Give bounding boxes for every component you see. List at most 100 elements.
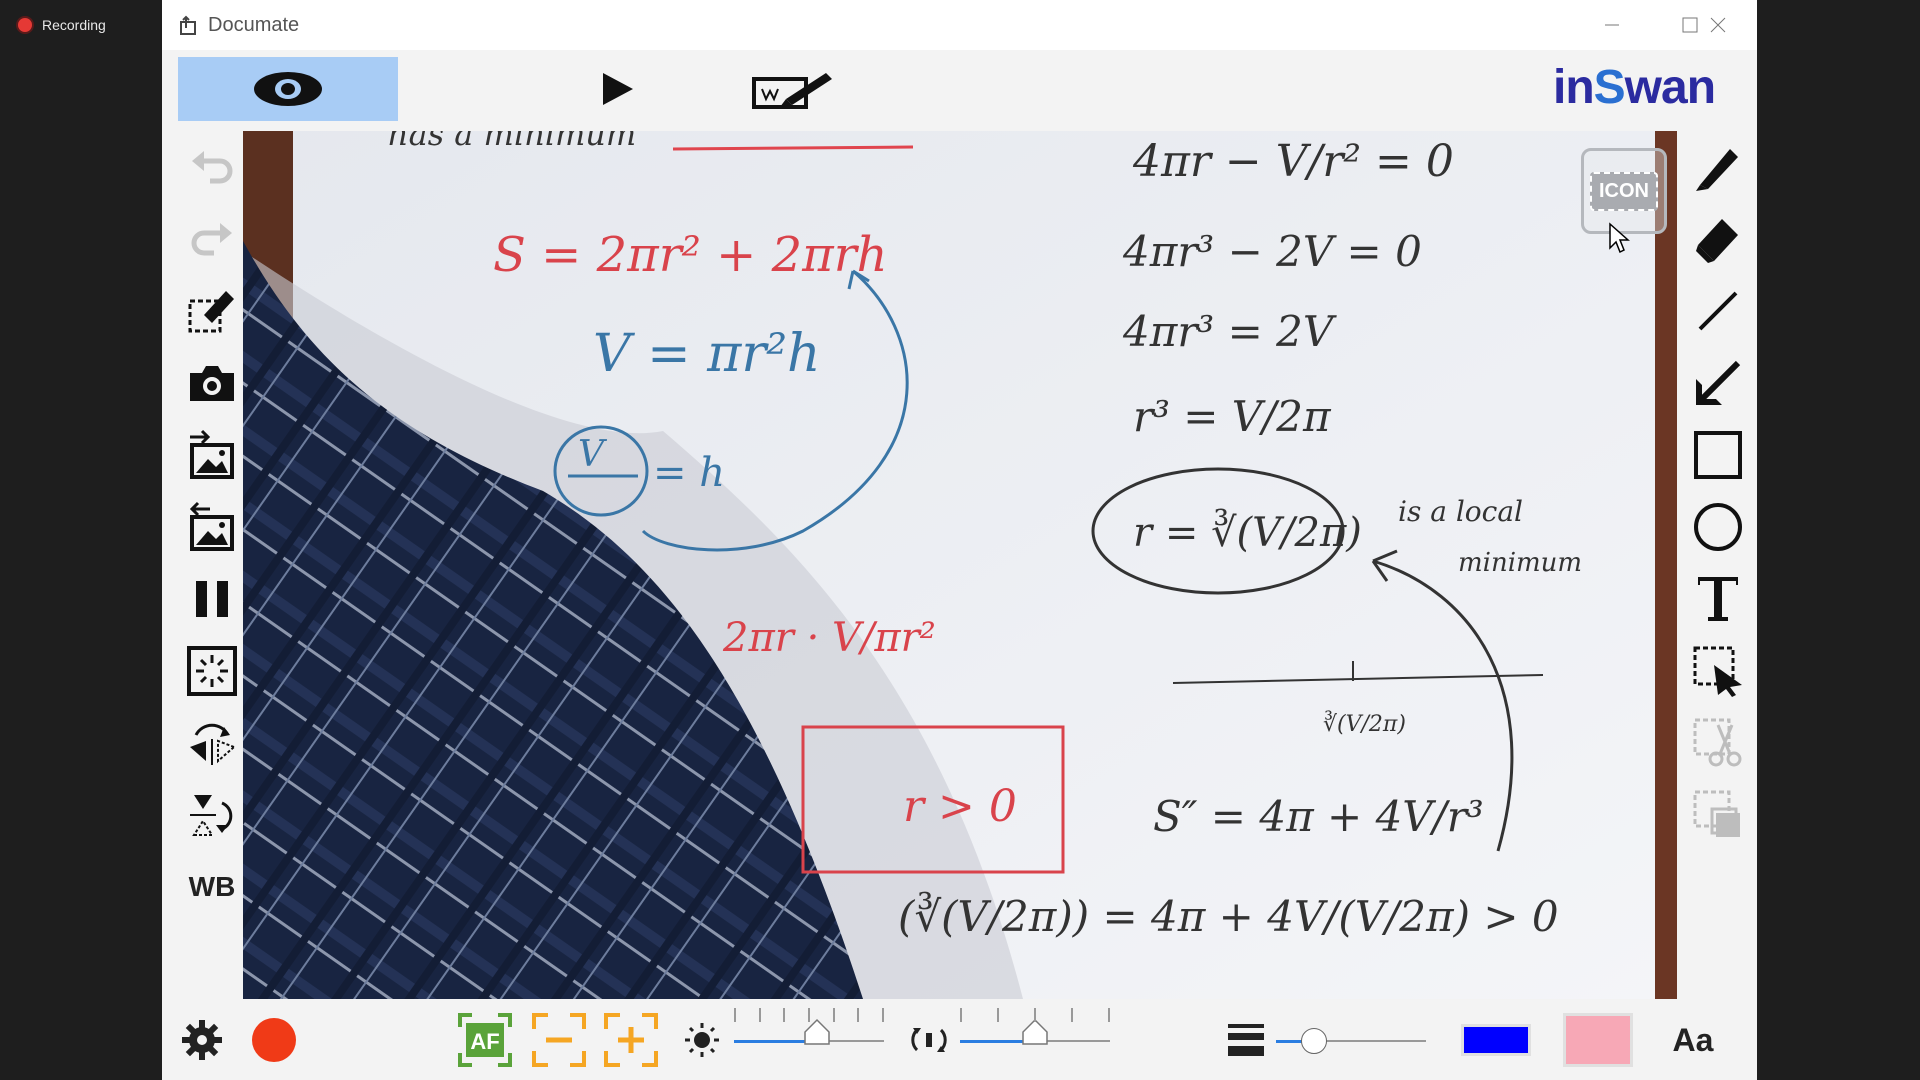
text-icon [1698,577,1738,621]
svg-text:S″ = 4π + 4V/r³: S″ = 4π + 4V/r³ [1153,792,1484,841]
svg-text:r³ = V/2π: r³ = V/2π [1133,392,1332,441]
title-bar: Documate [162,0,1757,50]
zoom-out-icon [532,1013,586,1067]
pen-color-button[interactable] [1460,1012,1532,1068]
eraser-tool[interactable] [1679,207,1757,271]
copy-icon [1693,790,1740,837]
brightness-ticks [734,1008,884,1024]
redo-icon [191,223,232,256]
import-image-button[interactable] [172,423,252,487]
arrow-icon [1696,360,1741,405]
exposure-icon [911,1028,947,1052]
exposure-slider[interactable] [960,1008,1110,1045]
flip-icon [190,795,233,836]
mouse-cursor-icon [1609,222,1630,254]
mode-camera-view[interactable] [178,57,398,121]
brightness-icon-button [682,1012,722,1068]
pen-color-swatch [1461,1024,1531,1056]
line-tool[interactable] [1679,279,1757,343]
recording-indicator[interactable]: Recording [0,0,162,50]
svg-text:V = πr²h: V = πr²h [593,324,821,384]
undo-icon [192,151,233,184]
svg-text:V: V [578,434,608,475]
svg-text:= h: = h [653,450,725,496]
font-button[interactable]: Aa [1665,1012,1721,1068]
whiteboard-label: WB [188,871,236,902]
line-width-icon-button [1222,1012,1270,1068]
svg-text:AF: AF [470,1029,499,1054]
rectangle-icon [1694,431,1742,479]
line-width-slider-thumb[interactable] [1300,1028,1327,1054]
svg-text:4πr³ = 2V: 4πr³ = 2V [1122,307,1337,356]
circle-tool[interactable] [1679,495,1757,559]
camera-feed-image: has a minimum S = 2πr² + 2πrh V = πr²h V… [243,131,1677,999]
live-camera-view[interactable]: has a minimum S = 2πr² + 2πrh V = πr²h V… [243,131,1677,999]
flip-button[interactable] [172,783,252,847]
snapshot-button[interactable] [172,351,252,415]
brightness-slider[interactable] [734,1008,884,1045]
recording-label: Recording [42,17,106,33]
svg-text:minimum: minimum [1458,548,1582,578]
cut-tool[interactable] [1679,711,1757,775]
eraser-icon [1696,219,1738,263]
snapshot-camera-icon [190,366,234,401]
svg-text:4πr − V/r² = 0: 4πr − V/r² = 0 [1132,136,1454,187]
icon-overlay-label: ICON [1590,171,1658,211]
autofocus-button[interactable]: AF [456,1012,514,1068]
rotate-icon [190,723,236,765]
circle-icon [1694,503,1742,551]
record-dot-icon [18,18,32,32]
svg-text:r = ∛(V/2π): r = ∛(V/2π) [1133,508,1362,556]
svg-text:4πr³ − 2V = 0: 4πr³ − 2V = 0 [1122,227,1422,276]
pause-button[interactable] [172,567,252,631]
pen-tool[interactable] [1679,135,1757,199]
settings-button[interactable] [180,1012,224,1068]
export-image-button[interactable] [172,495,252,559]
select-tool[interactable] [1679,639,1757,703]
minimize-button[interactable] [1573,0,1651,50]
minimize-icon [1605,24,1619,26]
whiteboard-pen-icon [752,73,832,109]
clear-annotations-button[interactable] [172,279,252,343]
bottom-toolbar: AF Aa [162,1000,1757,1080]
zoom-in-icon [604,1013,658,1067]
redo-button[interactable] [172,207,252,271]
rotate-button[interactable] [172,711,252,775]
autofocus-icon: AF [458,1013,512,1067]
rectangle-tool[interactable] [1679,423,1757,487]
svg-text:is a local: is a local [1398,495,1523,528]
pen-icon [1696,149,1738,191]
inswan-logo: inSwan [1553,61,1716,114]
fill-color-button[interactable] [1562,1012,1634,1068]
svg-text:∛(V/2π): ∛(V/2π) [1323,710,1406,737]
eye-icon [254,72,322,106]
svg-text:(∛(V/2π)) = 4π + 4V/(V/2π) > 0: (∛(V/2π)) = 4π + 4V/(V/2π) > 0 [898,891,1559,941]
arrow-tool[interactable] [1679,351,1757,415]
time-lapse-button[interactable] [172,639,252,703]
record-button[interactable] [244,1012,304,1068]
undo-button[interactable] [172,135,252,199]
zoom-in-button[interactable] [602,1012,660,1068]
brightness-icon [685,1023,719,1057]
pause-icon [196,581,228,617]
line-width-slider[interactable] [1276,1028,1426,1054]
svg-text:has a minimum: has a minimum [388,131,636,153]
close-icon [1710,17,1726,33]
close-button[interactable] [1679,0,1757,50]
mode-annotate[interactable] [682,57,902,121]
documate-window: Documate inSwan WB has a minimum S = 2πr… [162,0,1757,1080]
record-icon [252,1018,296,1062]
cut-icon [1693,718,1742,767]
text-tool[interactable] [1679,567,1757,631]
exposure-ticks [960,1008,1110,1024]
clear-annotations-icon [188,291,234,333]
exposure-icon-button [908,1012,950,1068]
font-label: Aa [1672,1021,1714,1058]
fill-color-swatch [1563,1013,1633,1067]
mode-playback[interactable] [557,57,677,121]
copy-tool[interactable] [1679,783,1757,847]
zoom-out-button[interactable] [530,1012,588,1068]
export-image-icon [189,501,234,551]
select-icon [1693,646,1742,697]
whiteboard-button[interactable]: WB [172,855,252,919]
